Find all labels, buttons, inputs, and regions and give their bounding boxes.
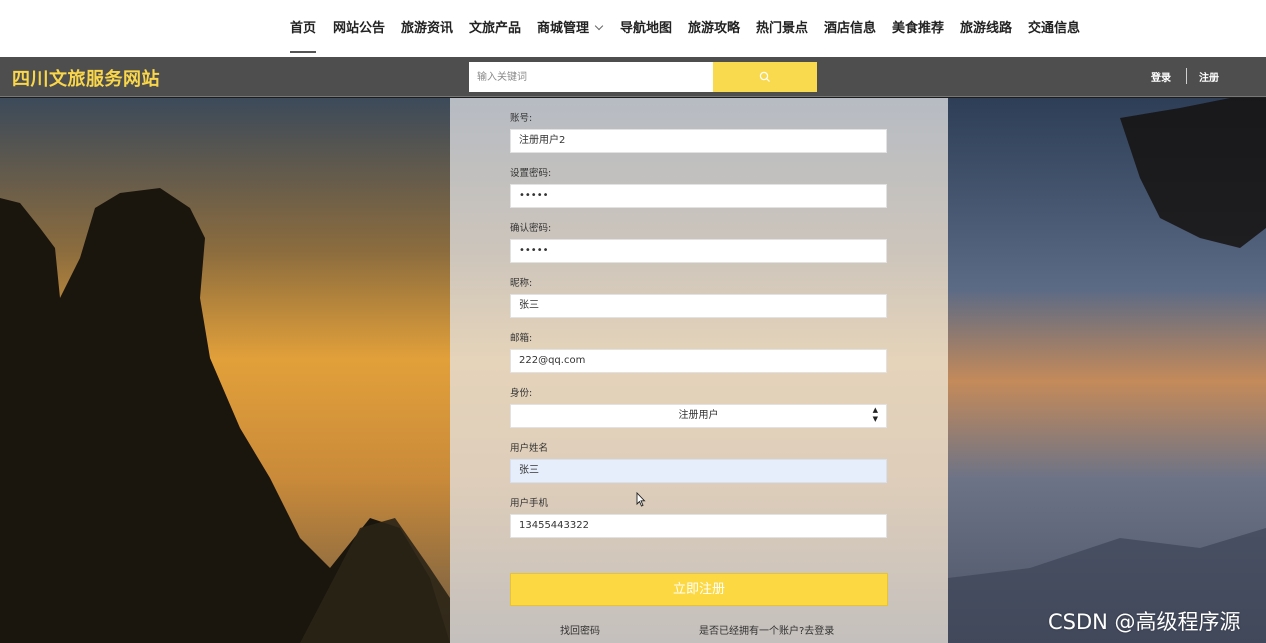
- site-logo[interactable]: 四川文旅服务网站: [12, 65, 160, 91]
- go-login-link[interactable]: 是否已经拥有一个账户?去登录: [699, 622, 834, 637]
- phone-label: 用户手机: [510, 498, 549, 509]
- password-input[interactable]: •••••: [510, 184, 887, 208]
- chevron-down-icon: [594, 21, 604, 31]
- mouse-cursor-icon: [636, 491, 646, 511]
- nav-item-food[interactable]: 美食推荐: [892, 18, 944, 40]
- select-arrows-icon: ▲ ▼: [872, 406, 878, 423]
- register-submit-button[interactable]: 立即注册: [510, 573, 888, 606]
- nav-item-home[interactable]: 首页: [290, 18, 317, 53]
- confirm-password-input[interactable]: •••••: [510, 239, 887, 263]
- search-button[interactable]: [713, 62, 817, 92]
- nav-item-routes[interactable]: 旅游线路: [960, 18, 1012, 40]
- role-label: 身份:: [510, 388, 533, 399]
- nav-item-guides[interactable]: 旅游攻略: [688, 18, 740, 40]
- nav-item-products[interactable]: 文旅产品: [469, 18, 521, 40]
- realname-label: 用户姓名: [510, 443, 549, 454]
- login-link[interactable]: 登录: [1151, 69, 1171, 84]
- nav-item-transport[interactable]: 交通信息: [1028, 18, 1080, 40]
- email-label: 邮箱:: [510, 333, 533, 344]
- nickname-input[interactable]: 张三: [510, 294, 887, 318]
- nav-item-mall[interactable]: 商城管理: [537, 18, 604, 40]
- search-input[interactable]: [469, 62, 713, 92]
- register-link[interactable]: 注册: [1199, 69, 1219, 84]
- search-icon: [759, 71, 770, 82]
- auth-divider: [1186, 68, 1187, 84]
- realname-input[interactable]: 张三: [510, 459, 887, 483]
- nav-item-announcements[interactable]: 网站公告: [333, 18, 385, 40]
- nav-item-hotels[interactable]: 酒店信息: [824, 18, 876, 40]
- account-label: 账号:: [510, 113, 533, 124]
- password-label: 设置密码:: [510, 168, 552, 179]
- email-input[interactable]: 222@qq.com: [510, 349, 887, 373]
- nav-item-mall-label: 商城管理: [537, 21, 590, 36]
- nav-item-travel-news[interactable]: 旅游资讯: [401, 18, 453, 40]
- role-select[interactable]: 注册用户 ▲ ▼: [510, 404, 887, 428]
- top-navigation: 首页 网站公告 旅游资讯 文旅产品 商城管理 导航地图 旅游攻略 热门景点 酒店…: [0, 0, 1266, 57]
- nickname-label: 昵称:: [510, 278, 533, 289]
- csdn-watermark: CSDN @高级程序源: [1048, 610, 1241, 634]
- phone-input[interactable]: 13455443322: [510, 514, 887, 538]
- nav-item-attractions[interactable]: 热门景点: [756, 18, 808, 40]
- header-bar: 四川文旅服务网站 登录 注册: [0, 57, 1266, 97]
- role-select-value: 注册用户: [678, 410, 719, 421]
- confirm-password-label: 确认密码:: [510, 223, 552, 234]
- forgot-password-link[interactable]: 找回密码: [560, 622, 600, 637]
- account-input[interactable]: 注册用户2: [510, 129, 887, 153]
- nav-item-map[interactable]: 导航地图: [620, 18, 672, 40]
